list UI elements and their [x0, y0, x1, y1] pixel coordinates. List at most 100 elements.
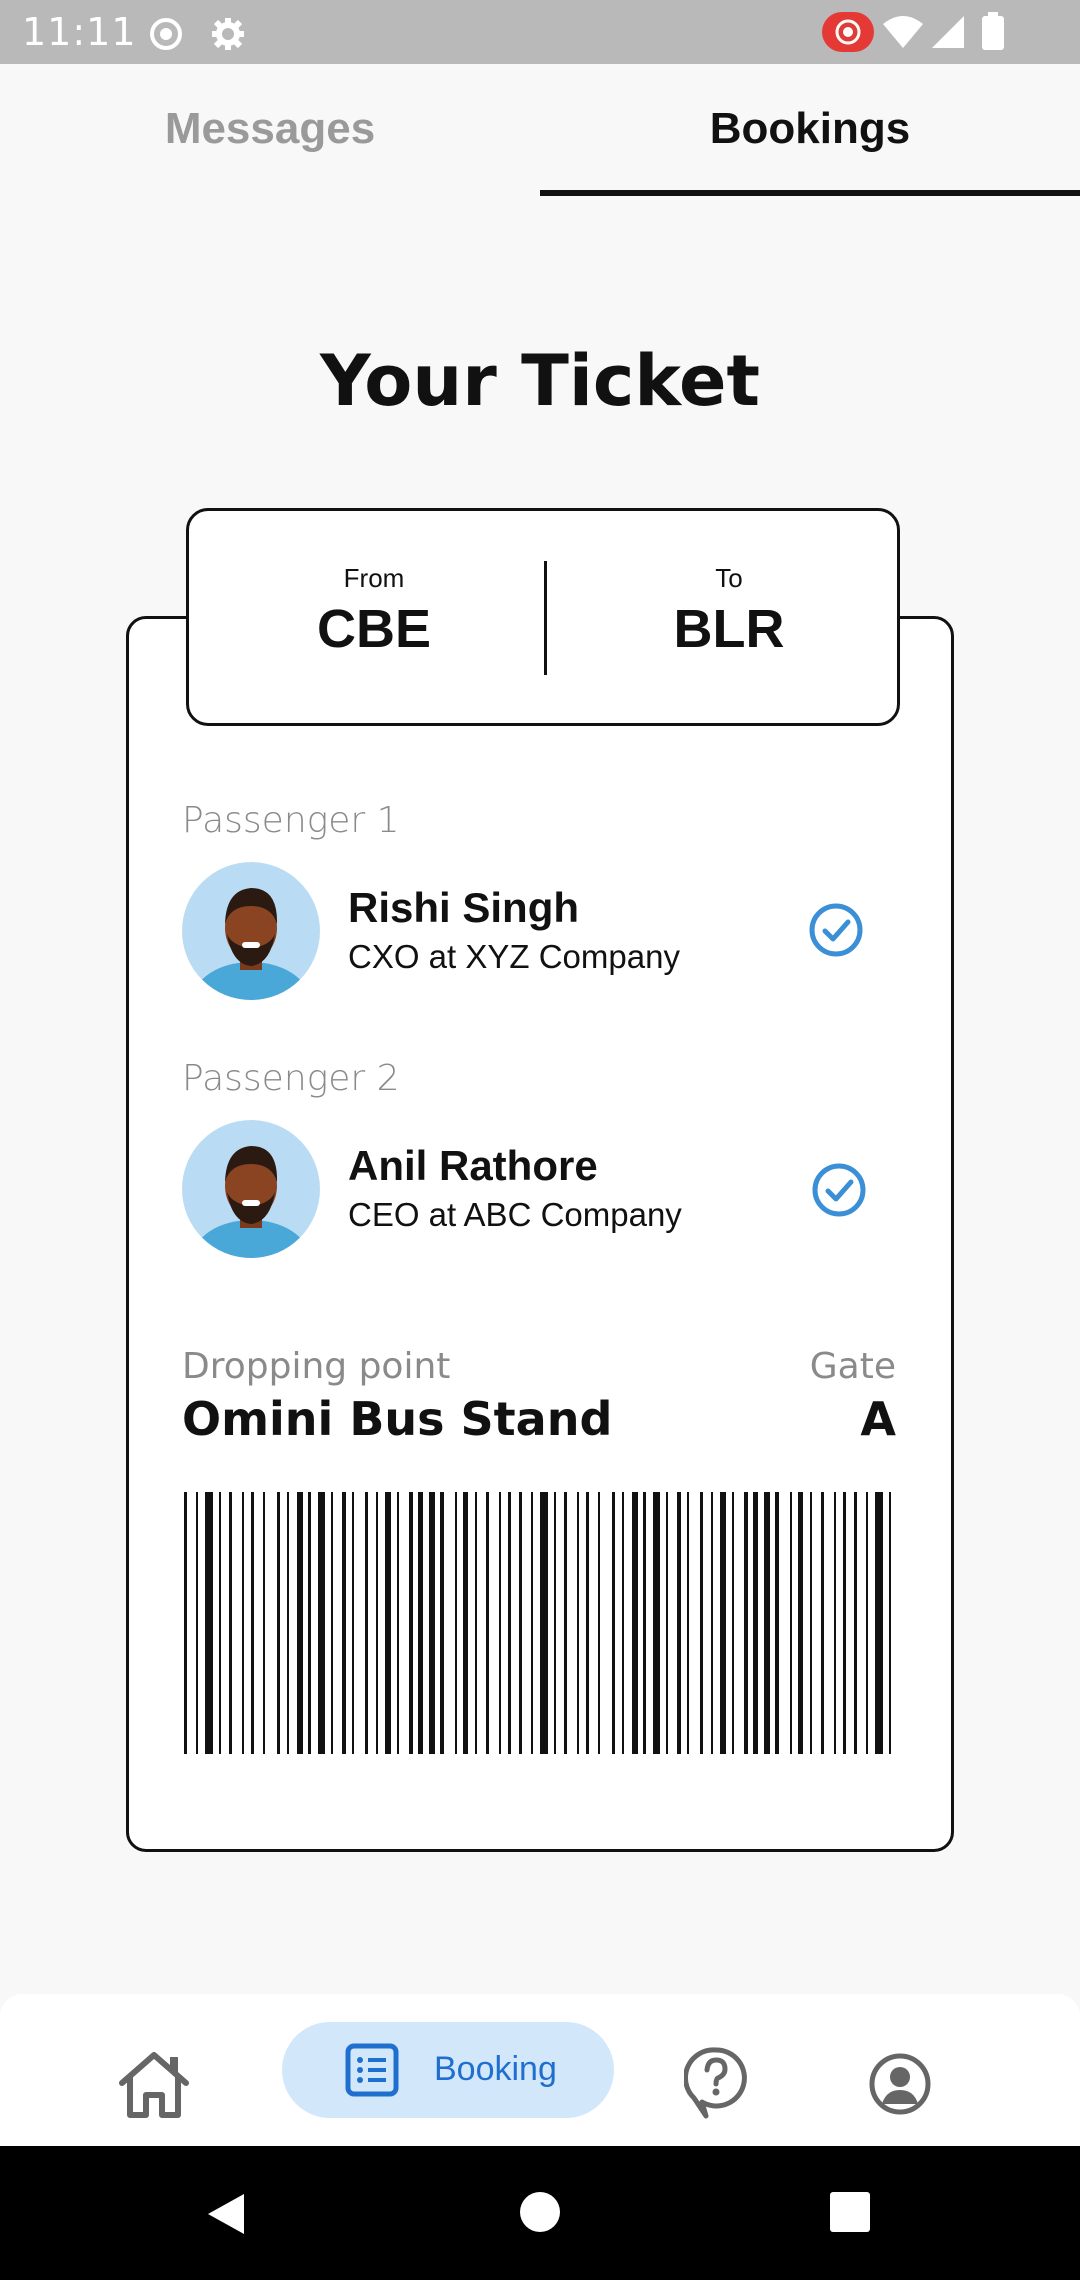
barcode-bar: [687, 1492, 689, 1754]
top-tabs: Messages Bookings: [0, 64, 1080, 198]
passenger-1-label: Passenger 1: [182, 800, 400, 841]
home-icon[interactable]: [116, 2036, 192, 2132]
barcode-bar: [586, 1492, 589, 1754]
check-circle-icon: [809, 903, 863, 957]
passenger-1-name: Rishi Singh: [348, 884, 579, 931]
passenger-2-label: Passenger 2: [182, 1058, 400, 1099]
barcode-bar: [821, 1492, 824, 1754]
page-title: Your Ticket: [320, 340, 760, 422]
barcode-bar: [308, 1492, 311, 1754]
barcode-bar: [810, 1492, 812, 1754]
passenger-1-role: CXO at XYZ Company: [348, 938, 680, 975]
signal-icon: [932, 16, 964, 48]
barcode-bar: [612, 1492, 615, 1754]
barcode-bar: [775, 1492, 779, 1754]
barcode-bar: [519, 1492, 522, 1754]
barcode-bar: [352, 1492, 354, 1754]
barcode-bar: [229, 1492, 232, 1754]
barcode-bar: [184, 1492, 187, 1754]
recents-icon[interactable]: [830, 2192, 870, 2232]
barcode-bar: [843, 1492, 846, 1754]
gate-value: A: [860, 1392, 896, 1446]
wifi-icon: [883, 16, 923, 48]
barcode-bar: [711, 1492, 713, 1754]
from-label: From: [343, 563, 405, 593]
route-to: To BLR: [579, 563, 879, 660]
barcode-bar: [666, 1492, 668, 1754]
avatar-icon: [193, 888, 309, 1000]
barcode-bar: [455, 1492, 457, 1754]
barcode-bar: [798, 1492, 803, 1754]
back-icon[interactable]: [204, 2190, 248, 2238]
barcode-bar: [540, 1492, 548, 1754]
barcode-bar: [732, 1492, 734, 1754]
barcode-bar: [342, 1492, 346, 1754]
barcode-bar: [643, 1492, 646, 1754]
barcode-bar: [287, 1492, 289, 1754]
barcode-bar: [854, 1492, 857, 1754]
barcode-bar: [463, 1492, 468, 1754]
avatar-icon: [193, 1146, 309, 1258]
barcode-bar: [397, 1492, 399, 1754]
barcode-bar: [508, 1492, 511, 1754]
list-icon: [345, 2043, 399, 2097]
status-time: 11:11: [22, 10, 137, 54]
from-code: CBE: [316, 599, 431, 659]
barcode-bar: [577, 1492, 579, 1754]
passenger-2-name: Anil Rathore: [348, 1142, 598, 1189]
barcode-bar: [753, 1492, 758, 1754]
barcode-bar: [376, 1492, 378, 1754]
barcode-bar: [700, 1492, 703, 1754]
home-button-icon[interactable]: [518, 2190, 562, 2234]
profile-icon[interactable]: [868, 2036, 932, 2132]
barcode-bar: [331, 1492, 333, 1754]
active-tab-indicator: [540, 190, 1080, 196]
barcode-bar: [598, 1492, 600, 1754]
barcode-bar: [242, 1492, 244, 1754]
tab-bookings[interactable]: Bookings: [540, 104, 1080, 154]
passenger-1-avatar: [182, 862, 320, 1000]
barcode-bar: [219, 1492, 221, 1754]
battery-icon: [982, 12, 1004, 50]
barcode-bar: [744, 1492, 748, 1754]
barcode-bar: [632, 1492, 638, 1754]
barcode-bar: [205, 1492, 213, 1754]
barcode-bar: [764, 1492, 770, 1754]
barcode-bar: [531, 1492, 533, 1754]
tab-messages[interactable]: Messages: [0, 104, 540, 154]
dropping-point-label: Dropping point: [182, 1346, 451, 1387]
barcode-bar: [677, 1492, 681, 1754]
bottom-nav: Booking: [0, 1994, 1080, 2146]
to-label: To: [715, 563, 743, 593]
gate-label: Gate: [809, 1346, 896, 1387]
barcode-bar: [564, 1492, 567, 1754]
barcode-bar: [653, 1492, 660, 1754]
barcode-bar: [554, 1492, 556, 1754]
barcode-bar: [297, 1492, 303, 1754]
barcode-bar: [834, 1492, 836, 1754]
barcode-bar: [720, 1492, 726, 1754]
barcode-bar: [440, 1492, 444, 1754]
barcode-bar: [889, 1492, 891, 1754]
barcode-bar: [365, 1492, 368, 1754]
system-nav-bar: [0, 2146, 1080, 2280]
record-icon: [150, 18, 182, 50]
barcode-bar: [385, 1492, 391, 1754]
nav-booking-label: Booking: [434, 2050, 557, 2088]
barcode-bar: [409, 1492, 413, 1754]
help-icon[interactable]: [684, 2034, 748, 2130]
barcode-bar: [251, 1492, 254, 1754]
barcode: [184, 1492, 891, 1754]
settings-icon: [212, 18, 244, 50]
barcode-bar: [277, 1492, 280, 1754]
route-from: From CBE: [224, 563, 524, 660]
status-bar: 11:11: [0, 0, 1080, 64]
screen-record-icon: [822, 12, 874, 52]
barcode-bar: [475, 1492, 477, 1754]
nav-booking-button[interactable]: Booking: [282, 2022, 614, 2118]
to-code: BLR: [673, 599, 785, 659]
barcode-bar: [875, 1492, 883, 1754]
barcode-bar: [499, 1492, 501, 1754]
barcode-bar: [790, 1492, 792, 1754]
barcode-bar: [429, 1492, 435, 1754]
